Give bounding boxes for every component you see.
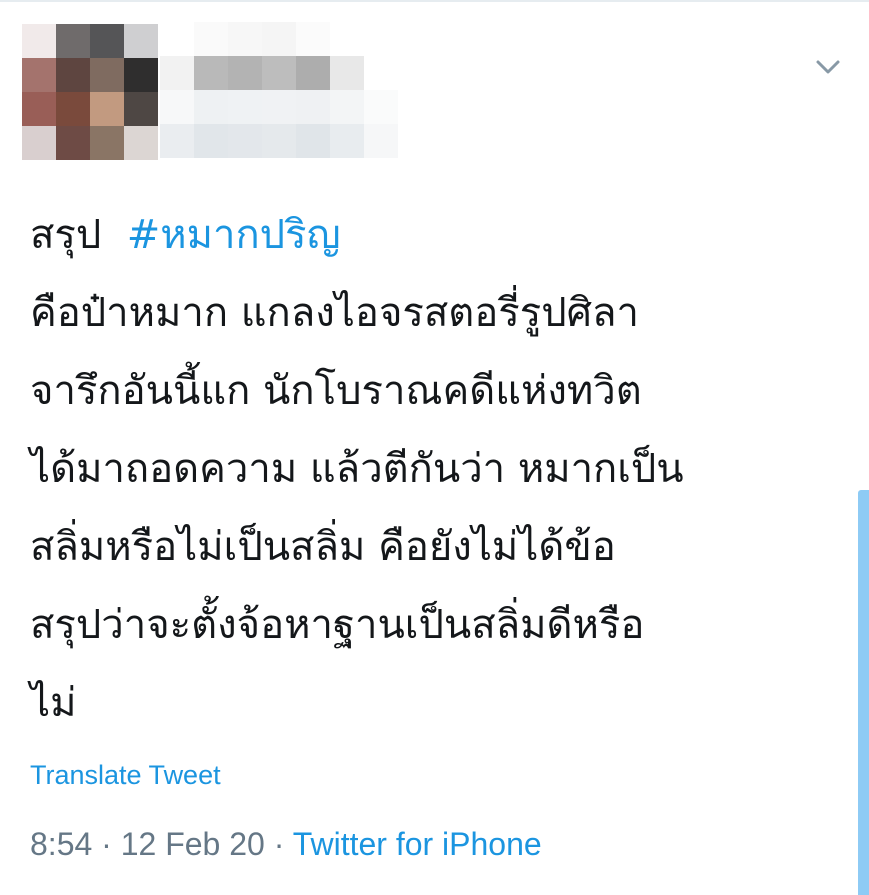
tweet-line-7: ไม่ — [30, 680, 77, 726]
meta-separator: · — [264, 826, 293, 862]
tweet-line-2: คือป๋าหมาก แกลงไอจรสตอรี่รูปศิลา — [30, 290, 640, 336]
tweet-line-4: ได้มาถอดความ แล้วตีกันว่า หมากเป็น — [30, 446, 684, 492]
tweet-line-5: สลิ่มหรือไม่เป็นสลิ่ม คือยังไม่ได้ข้อ — [30, 524, 616, 570]
tweet-line-1: สรุป #หมากปริญ — [30, 196, 850, 274]
tweet-meta: 8:54 · 12 Feb 20 · Twitter for iPhone — [30, 826, 542, 863]
translate-tweet-link[interactable]: Translate Tweet — [30, 760, 221, 791]
top-divider — [0, 0, 869, 2]
scrollbar[interactable] — [858, 490, 869, 895]
tweet-time[interactable]: 8:54 — [30, 826, 92, 862]
tweet-text: สรุป #หมากปริญ คือป๋าหมาก แกลงไอจรสตอรี่… — [30, 196, 850, 742]
hashtag-link[interactable]: #หมากปริญ — [127, 212, 341, 258]
chevron-down-icon[interactable] — [810, 52, 846, 82]
tweet-date[interactable]: 12 Feb 20 — [121, 826, 265, 862]
meta-separator: · — [92, 826, 121, 862]
tweet-source-link[interactable]: Twitter for iPhone — [293, 826, 542, 862]
avatar[interactable] — [22, 24, 158, 160]
tweet-line-6: สรุปว่าจะตั้งจ้อหาฐานเป็นสลิ่มดีหรือ — [30, 602, 645, 648]
author-name-blurred[interactable] — [160, 22, 432, 158]
tweet-prefix: สรุป — [30, 212, 102, 258]
tweet-line-3: จารึกอันนี้แก นักโบราณคดีแห่งทวิต — [30, 368, 642, 414]
